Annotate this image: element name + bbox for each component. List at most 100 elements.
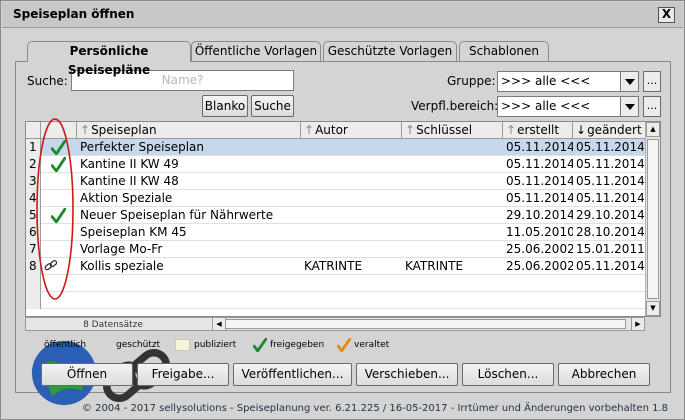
cell-name: Kantine II KW 49 xyxy=(80,157,179,171)
cell-key xyxy=(402,224,503,241)
footer-copyright: © 2004 - 2017 sellysolutions - Speisepla… xyxy=(81,403,668,414)
veroeffentlichen-button[interactable]: Veröffentlichen... xyxy=(233,363,352,386)
dialog-window: Speiseplan öffnen X Persönliche Speisepl… xyxy=(0,0,685,420)
header-speiseplan[interactable]: ↑Speiseplan xyxy=(77,122,301,139)
legend-released: freigegeben xyxy=(252,337,333,354)
header-schluessel[interactable]: ↑Schlüssel xyxy=(402,122,503,139)
cell-author xyxy=(301,139,402,156)
cell-key: KATRINTE xyxy=(405,259,464,273)
freigabe-button[interactable]: Freigabe... xyxy=(137,363,229,386)
cell-name: Perfekter Speiseplan xyxy=(80,140,205,154)
scroll-thumb[interactable] xyxy=(647,139,659,299)
cell-key xyxy=(402,190,503,207)
cell-author xyxy=(301,224,402,241)
cell-created: 25.06.2002 xyxy=(506,242,573,256)
table-header: ↑Speiseplan ↑Autor ↑Schlüssel ↑erstellt … xyxy=(26,122,646,139)
verpfl-value: >>> alle <<< xyxy=(501,99,591,113)
cell-created: 05.11.2014 xyxy=(506,191,573,205)
cell-created: 11.05.2010 xyxy=(506,225,573,239)
cell-changed: 05.11.2014 xyxy=(576,157,645,171)
verpfl-select[interactable]: >>> alle <<< xyxy=(497,96,639,117)
verschieben-button[interactable]: Verschieben... xyxy=(356,363,458,386)
table-row[interactable]: 3 Kantine II KW 48 05.11.2014 05.11.2014 xyxy=(26,173,646,190)
cell-created: 05.11.2014 xyxy=(506,140,573,154)
table-row[interactable]: 7 Vorlage Mo-Fr 25.06.2002 15.01.2011 xyxy=(26,241,646,258)
verpfl-more-button[interactable]: ... xyxy=(643,96,661,117)
cell-author: KATRINTE xyxy=(304,259,363,273)
cell-key xyxy=(402,156,503,173)
empty-row xyxy=(26,292,646,309)
gruppe-value: >>> alle <<< xyxy=(501,74,591,88)
cell-changed: 05.11.2014 xyxy=(576,259,645,273)
scroll-up-button[interactable]: ▲ xyxy=(646,122,660,137)
cell-created: 05.11.2014 xyxy=(506,157,573,171)
header-autor[interactable]: ↑Autor xyxy=(301,122,402,139)
tab-oeffentliche[interactable]: Öffentliche Vorlagen xyxy=(191,41,321,61)
cell-author xyxy=(301,207,402,224)
legend-public: öffentlich xyxy=(29,338,99,406)
table-row[interactable]: 8 Kollis speziale KATRINTE KATRINTE 25.06.20… xyxy=(26,258,646,275)
abbrechen-button[interactable]: Abbrechen xyxy=(558,363,650,386)
h-scroll-thumb[interactable] xyxy=(216,319,626,329)
tab-strip: Persönliche Speisepläne Öffentliche Vorl… xyxy=(27,41,567,77)
blanko-button[interactable]: Blanko xyxy=(202,95,248,117)
cell-name: Kollis speziale xyxy=(80,259,164,273)
cell-name: Neuer Speiseplan für Nährwerte xyxy=(80,208,274,222)
cell-name: Aktion Speziale xyxy=(80,191,173,205)
cell-changed: 15.01.2011 xyxy=(576,242,645,256)
cell-author xyxy=(301,241,402,258)
cell-changed: 05.11.2014 xyxy=(576,174,645,188)
loeschen-button[interactable]: Löschen... xyxy=(462,363,554,386)
cell-created: 25.06.2002 xyxy=(506,259,573,273)
cell-name: Vorlage Mo-Fr xyxy=(80,242,163,256)
tab-persoenliche[interactable]: Persönliche Speisepläne xyxy=(27,41,191,77)
cell-author xyxy=(301,190,402,207)
orange-check-icon xyxy=(336,337,352,354)
cell-name: Speiseplan KM 45 xyxy=(80,225,187,239)
table-row[interactable]: 6 Speiseplan KM 45 11.05.2010 28.10.2014 xyxy=(26,224,646,241)
cell-key xyxy=(402,241,503,258)
table-row[interactable]: 5 Neuer Speiseplan für Nährwerte 29.10.201… xyxy=(26,207,646,224)
tab-schablonen[interactable]: Schablonen xyxy=(459,41,549,61)
record-count: 8 Datensätze xyxy=(83,320,143,330)
gruppe-label: Gruppe: xyxy=(447,74,496,88)
cell-key xyxy=(402,173,503,190)
legend-outdated: veraltet xyxy=(336,337,397,354)
red-annotation-ellipse xyxy=(36,118,74,300)
legend-protected: geschützt xyxy=(99,338,174,403)
search-label: Suche: xyxy=(27,74,68,88)
chevron-down-icon[interactable] xyxy=(620,72,638,91)
header-geaendert[interactable]: ↓geändert xyxy=(573,122,646,139)
cell-author xyxy=(301,173,402,190)
cell-changed: 05.11.2014 xyxy=(576,191,645,205)
cell-changed: 29.10.2014 xyxy=(576,208,645,222)
scroll-down-button[interactable]: ▼ xyxy=(646,301,660,316)
scroll-right-button[interactable]: ▶ xyxy=(631,317,645,331)
swatch-icon xyxy=(175,339,190,351)
vertical-scrollbar[interactable]: ▲ ▼ xyxy=(645,122,660,316)
table-row[interactable]: 1 Perfekter Speiseplan 05.11.2014 05.11.201… xyxy=(26,139,646,156)
suche-button[interactable]: Suche xyxy=(251,95,294,117)
chevron-down-icon[interactable] xyxy=(620,97,638,116)
gruppe-select[interactable]: >>> alle <<< xyxy=(497,71,639,92)
oeffnen-button[interactable]: Öffnen xyxy=(41,363,133,386)
cell-created: 05.11.2014 xyxy=(506,174,573,188)
cell-author xyxy=(301,156,402,173)
cell-created: 29.10.2014 xyxy=(506,208,573,222)
empty-row xyxy=(26,275,646,292)
cell-changed: 28.10.2014 xyxy=(576,225,645,239)
legend-published: publiziert xyxy=(175,338,247,352)
gruppe-more-button[interactable]: ... xyxy=(643,71,661,92)
close-button[interactable]: X xyxy=(658,7,675,23)
speiseplan-table: ↑Speiseplan ↑Autor ↑Schlüssel ↑erstellt … xyxy=(25,121,661,317)
verpfl-label: Verpfl.bereich: xyxy=(411,99,499,113)
cell-changed: 05.11.2014 xyxy=(576,140,645,154)
table-row[interactable]: 4 Aktion Speziale 05.11.2014 05.11.2014 xyxy=(26,190,646,207)
scroll-left-button[interactable]: ◀ xyxy=(212,317,226,331)
window-title: Speiseplan öffnen xyxy=(13,7,135,21)
table-row[interactable]: 2 Kantine II KW 49 05.11.2014 05.11.2014 xyxy=(26,156,646,173)
header-erstellt[interactable]: ↑erstellt xyxy=(503,122,573,139)
cell-key xyxy=(402,139,503,156)
cell-key xyxy=(402,207,503,224)
tab-geschuetzte[interactable]: Geschützte Vorlagen xyxy=(323,41,457,61)
